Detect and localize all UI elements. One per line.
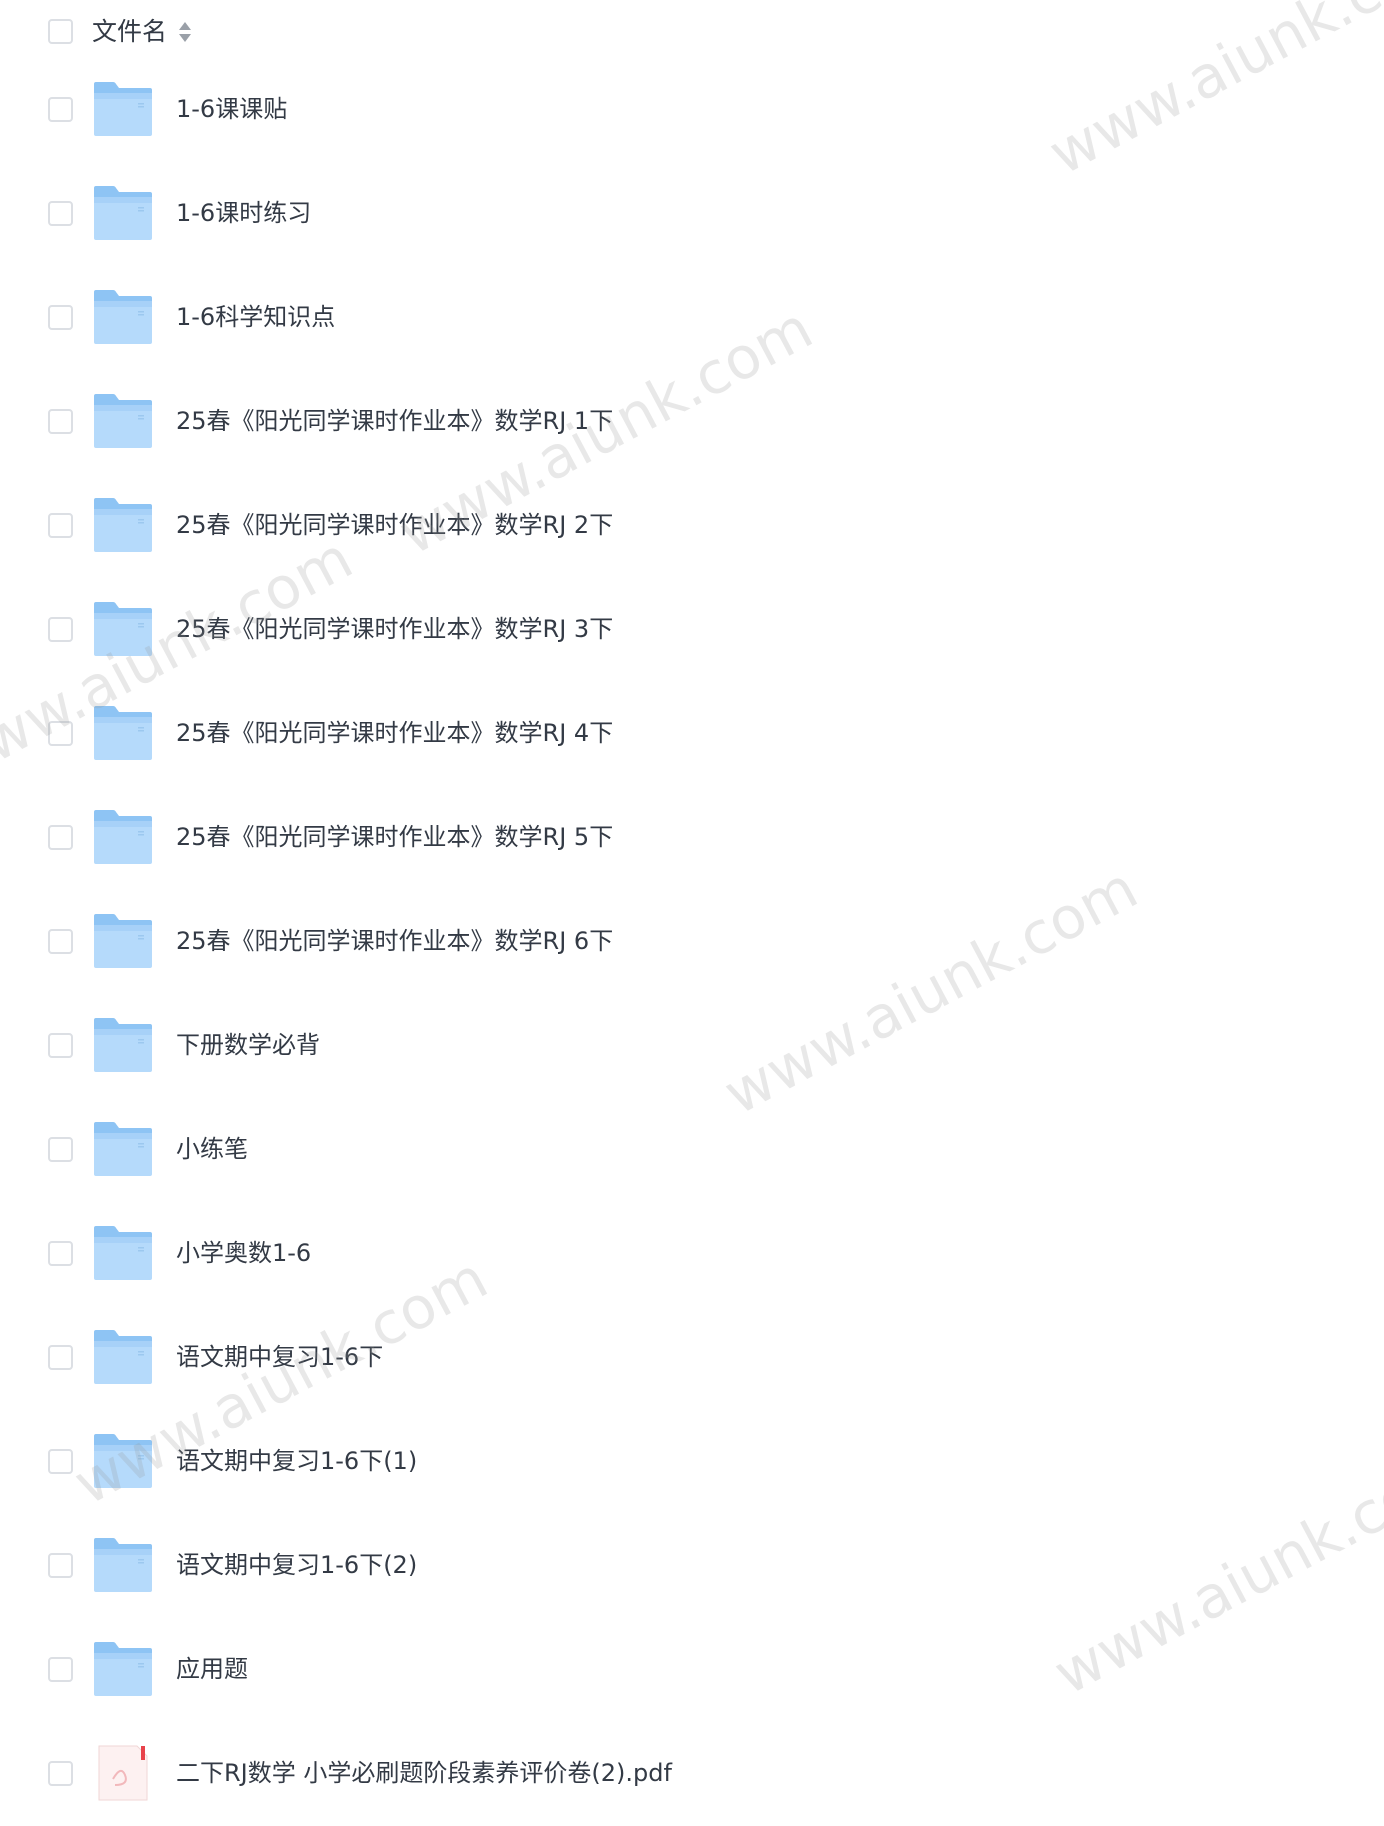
folder-row[interactable]: 1-6课课贴 <box>0 58 1384 162</box>
folder-icon <box>94 1538 152 1592</box>
folder-row[interactable]: 应用题 <box>0 1618 1384 1722</box>
folder-icon <box>94 394 152 448</box>
row-checkbox[interactable] <box>48 721 73 746</box>
folder-icon <box>94 1434 152 1488</box>
file-name[interactable]: 25春《阳光同学课时作业本》数学RJ 1下 <box>176 403 613 439</box>
folder-icon <box>94 1018 152 1072</box>
folder-row[interactable]: 小学奥数1-6 <box>0 1202 1384 1306</box>
folder-icon <box>94 602 152 656</box>
file-name[interactable]: 1-6课课贴 <box>176 91 287 127</box>
file-name[interactable]: 25春《阳光同学课时作业本》数学RJ 3下 <box>176 611 613 647</box>
row-checkbox[interactable] <box>48 929 73 954</box>
file-name[interactable]: 语文期中复习1-6下(1) <box>176 1443 417 1479</box>
folder-row[interactable]: 25春《阳光同学课时作业本》数学RJ 1下 <box>0 370 1384 474</box>
folder-icon <box>94 1226 152 1280</box>
file-name[interactable]: 小学奥数1-6 <box>176 1235 311 1271</box>
folder-row[interactable]: 25春《阳光同学课时作业本》数学RJ 4下 <box>0 682 1384 786</box>
file-name[interactable]: 应用题 <box>176 1651 248 1687</box>
file-name[interactable]: 25春《阳光同学课时作业本》数学RJ 6下 <box>176 923 613 959</box>
folder-row[interactable]: 语文期中复习1-6下 <box>0 1306 1384 1410</box>
row-checkbox[interactable] <box>48 201 73 226</box>
file-name[interactable]: 小练笔 <box>176 1131 248 1167</box>
file-name[interactable]: 1-6课时练习 <box>176 195 311 231</box>
file-name[interactable]: 语文期中复习1-6下(2) <box>176 1547 417 1583</box>
file-row[interactable]: 二下RJ数学 小学必刷题阶段素养评价卷(2).pdf <box>0 1722 1384 1826</box>
pdf-file-icon <box>98 1745 148 1801</box>
row-checkbox[interactable] <box>48 305 73 330</box>
file-name[interactable]: 25春《阳光同学课时作业本》数学RJ 5下 <box>176 819 613 855</box>
row-checkbox[interactable] <box>48 1241 73 1266</box>
row-checkbox[interactable] <box>48 1449 73 1474</box>
filename-column-header[interactable]: 文件名 <box>92 14 167 50</box>
row-checkbox[interactable] <box>48 513 73 538</box>
folder-row[interactable]: 语文期中复习1-6下(2) <box>0 1514 1384 1618</box>
folder-row[interactable]: 1-6课时练习 <box>0 162 1384 266</box>
folder-icon <box>94 290 152 344</box>
folder-row[interactable]: 25春《阳光同学课时作业本》数学RJ 5下 <box>0 786 1384 890</box>
file-list-header: 文件名 <box>0 0 1384 64</box>
row-checkbox[interactable] <box>48 617 73 642</box>
row-checkbox[interactable] <box>48 1657 73 1682</box>
file-name[interactable]: 25春《阳光同学课时作业本》数学RJ 4下 <box>176 715 613 751</box>
row-checkbox[interactable] <box>48 825 73 850</box>
row-checkbox[interactable] <box>48 1345 73 1370</box>
folder-icon <box>94 82 152 136</box>
row-checkbox[interactable] <box>48 97 73 122</box>
folder-icon <box>94 1642 152 1696</box>
folder-icon <box>94 498 152 552</box>
file-name[interactable]: 1-6科学知识点 <box>176 299 335 335</box>
row-checkbox[interactable] <box>48 1137 73 1162</box>
folder-row[interactable]: 25春《阳光同学课时作业本》数学RJ 3下 <box>0 578 1384 682</box>
folder-row[interactable]: 下册数学必背 <box>0 994 1384 1098</box>
row-checkbox[interactable] <box>48 1553 73 1578</box>
select-all-checkbox[interactable] <box>48 19 73 44</box>
sort-icon[interactable] <box>177 20 193 44</box>
file-name[interactable]: 25春《阳光同学课时作业本》数学RJ 2下 <box>176 507 613 543</box>
folder-row[interactable]: 小练笔 <box>0 1098 1384 1202</box>
folder-icon <box>94 810 152 864</box>
folder-icon <box>94 914 152 968</box>
folder-icon <box>94 186 152 240</box>
file-name[interactable]: 下册数学必背 <box>176 1027 320 1063</box>
folder-icon <box>94 1122 152 1176</box>
row-checkbox[interactable] <box>48 409 73 434</box>
folder-row[interactable]: 25春《阳光同学课时作业本》数学RJ 2下 <box>0 474 1384 578</box>
folder-icon <box>94 1330 152 1384</box>
file-name[interactable]: 二下RJ数学 小学必刷题阶段素养评价卷(2).pdf <box>176 1755 672 1791</box>
row-checkbox[interactable] <box>48 1033 73 1058</box>
folder-row[interactable]: 语文期中复习1-6下(1) <box>0 1410 1384 1514</box>
folder-row[interactable]: 25春《阳光同学课时作业本》数学RJ 6下 <box>0 890 1384 994</box>
file-name[interactable]: 语文期中复习1-6下 <box>176 1339 383 1375</box>
folder-row[interactable]: 1-6科学知识点 <box>0 266 1384 370</box>
folder-icon <box>94 706 152 760</box>
